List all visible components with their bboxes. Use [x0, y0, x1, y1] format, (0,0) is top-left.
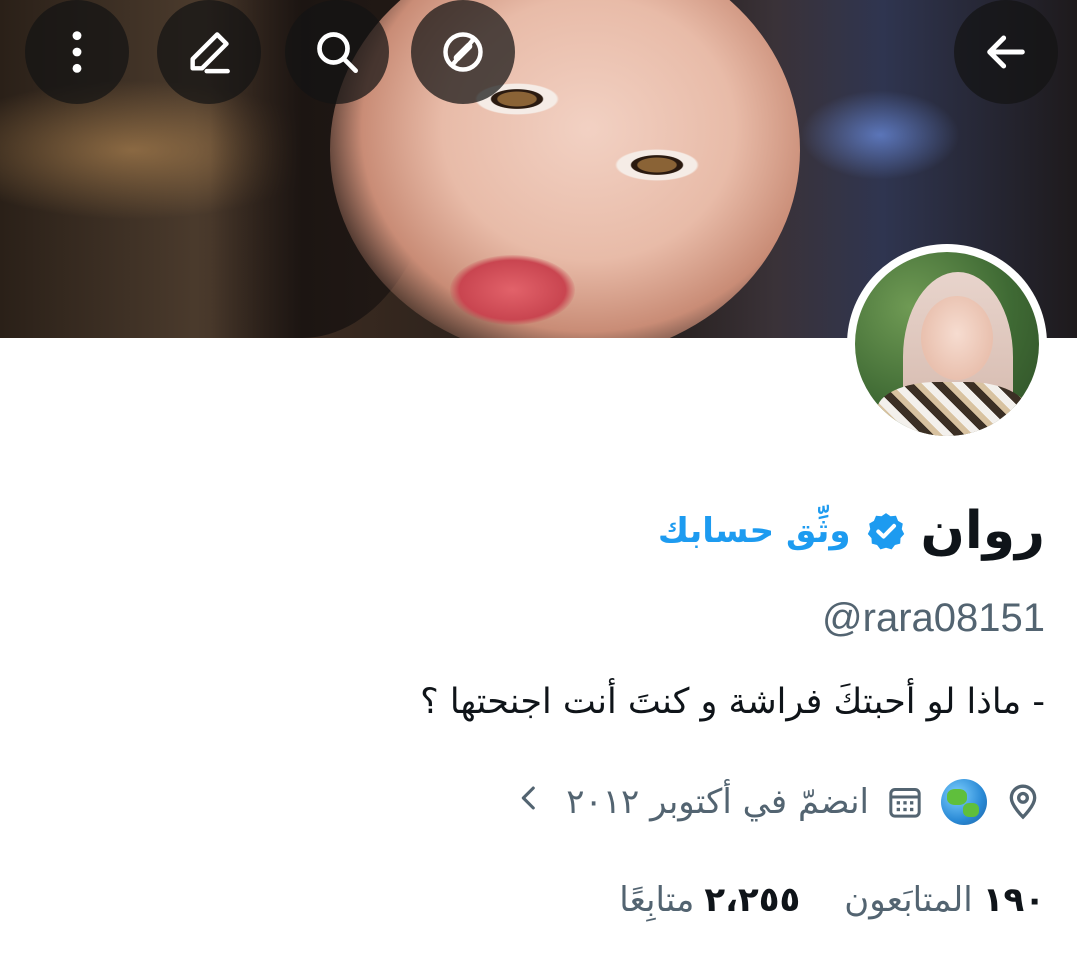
back-button[interactable] [954, 0, 1058, 104]
location-pin-icon [1001, 780, 1045, 824]
globe-icon [941, 779, 987, 825]
search-button[interactable] [285, 0, 389, 104]
compass-icon [443, 32, 483, 72]
followers-count: ١٩٠ [982, 880, 1045, 920]
following-count: ٢،٢٥٥ [704, 880, 801, 920]
display-name: روان [920, 501, 1045, 561]
profile-name-row: روان وثِّق حسابك [658, 496, 1045, 566]
avatar-face [921, 296, 993, 380]
following-label: متابِعًا [619, 880, 695, 920]
edit-icon [190, 32, 230, 74]
more-vertical-icon [72, 31, 82, 73]
follow-stats: ١٩٠ المتابَعون ٢،٢٥٥ متابِعًا [619, 872, 1045, 928]
profile-bio: - ماذا لو أحبتكَ فراشة و كنتَ أنت اجنحته… [420, 682, 1045, 722]
profile-meta-row: انضمّ في أكتوبر ٢٠١٢ [512, 772, 1045, 832]
verified-badge-icon [867, 513, 904, 550]
edit-profile-button[interactable] [157, 0, 261, 104]
profile-handle: @rara08151 [822, 596, 1045, 640]
more-options-button[interactable] [25, 0, 129, 104]
banner-eye-right [612, 148, 702, 182]
avatar-clothing [877, 382, 1027, 436]
banner-lips [450, 255, 575, 325]
avatar[interactable] [847, 244, 1047, 444]
verify-account-link[interactable]: وثِّق حسابك [658, 511, 851, 551]
calendar-icon [883, 780, 927, 824]
arrow-left-icon [987, 35, 1025, 69]
explore-button[interactable] [411, 0, 515, 104]
search-icon [317, 32, 358, 73]
banner-light-right [800, 90, 960, 180]
followers-stat[interactable]: ١٩٠ المتابَعون [844, 880, 1045, 920]
join-date: انضمّ في أكتوبر ٢٠١٢ [566, 782, 869, 822]
followers-label: المتابَعون [844, 880, 973, 920]
following-stat[interactable]: ٢،٢٥٥ متابِعًا [619, 880, 800, 920]
chevron-left-icon[interactable] [512, 780, 546, 824]
avatar-image [855, 252, 1039, 436]
